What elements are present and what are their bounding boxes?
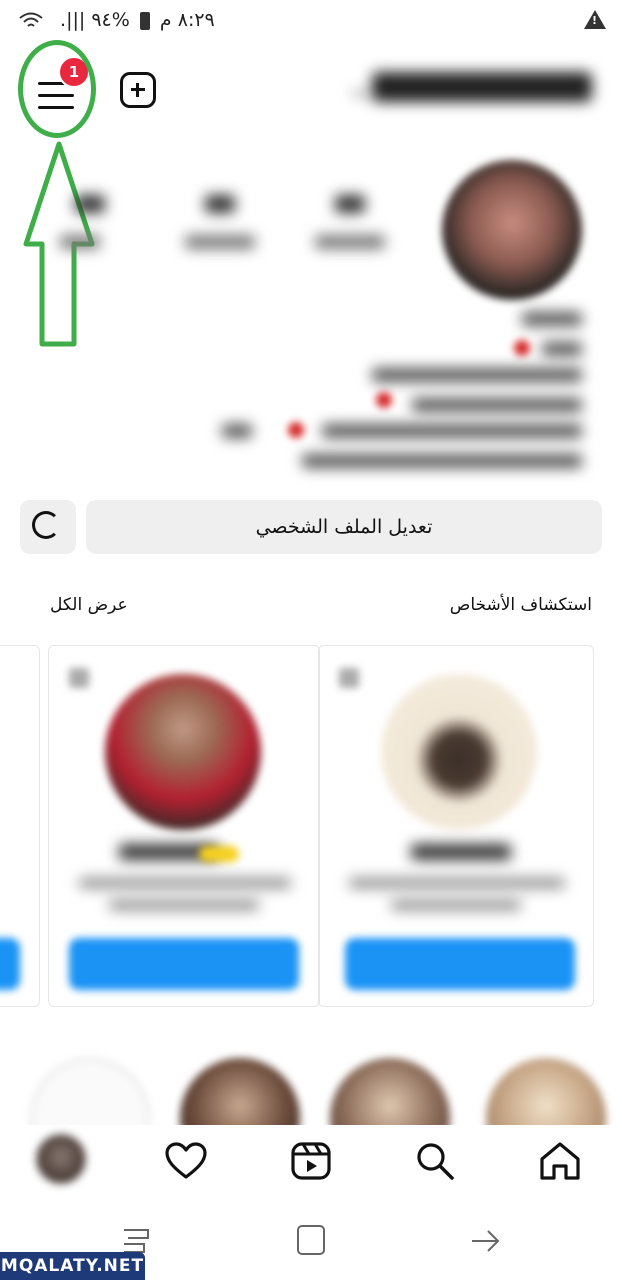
home-square-icon[interactable] xyxy=(294,1222,330,1258)
back-arrow-icon[interactable] xyxy=(466,1224,506,1258)
suggestion-name xyxy=(411,844,511,860)
suggestion-card[interactable] xyxy=(48,645,320,1007)
suggestion-avatar[interactable] xyxy=(381,674,537,830)
profile-avatar[interactable] xyxy=(442,160,582,300)
wifi-icon xyxy=(19,12,43,27)
refresh-icon xyxy=(32,511,60,539)
heart-icon[interactable] xyxy=(164,1141,208,1181)
suggestion-card[interactable] xyxy=(318,645,594,1007)
site-watermark: MQALATY.NET xyxy=(0,1252,145,1280)
suggestion-card-partial[interactable] xyxy=(0,645,40,1007)
discover-people-button[interactable] xyxy=(20,500,76,554)
see-all-link[interactable]: عرض الكل xyxy=(50,595,128,615)
profile-avatar-nav[interactable] xyxy=(34,1132,88,1186)
plus-square-icon[interactable] xyxy=(120,72,156,108)
follow-button[interactable] xyxy=(69,938,299,990)
close-icon[interactable] xyxy=(69,668,89,688)
close-icon[interactable] xyxy=(339,668,359,688)
username-title[interactable] xyxy=(372,72,592,102)
bottom-nav xyxy=(0,1125,622,1200)
suggestion-avatar[interactable] xyxy=(105,674,261,830)
profile-bio xyxy=(0,300,622,480)
profile-header: 1 xyxy=(0,40,622,140)
status-time-battery: ٨:٢٩ م %٩٤ |||. xyxy=(14,9,215,31)
status-bar: ٨:٢٩ م %٩٤ |||. ! xyxy=(0,0,622,40)
signal-icon: |||. xyxy=(60,9,86,31)
search-icon[interactable] xyxy=(414,1141,456,1181)
status-time: ٨:٢٩ م xyxy=(159,9,215,31)
battery-icon xyxy=(139,11,150,30)
follow-button[interactable] xyxy=(345,938,575,990)
discover-people-title: استكشاف الأشخاص xyxy=(449,595,592,615)
chevron-down-icon[interactable] xyxy=(352,80,370,95)
reels-icon[interactable] xyxy=(290,1141,332,1181)
edit-profile-button[interactable]: تعديل الملف الشخصي xyxy=(86,500,602,554)
highlight-circle xyxy=(18,40,96,138)
home-icon[interactable] xyxy=(538,1141,582,1181)
battery-percent: %٩٤ xyxy=(91,9,130,31)
